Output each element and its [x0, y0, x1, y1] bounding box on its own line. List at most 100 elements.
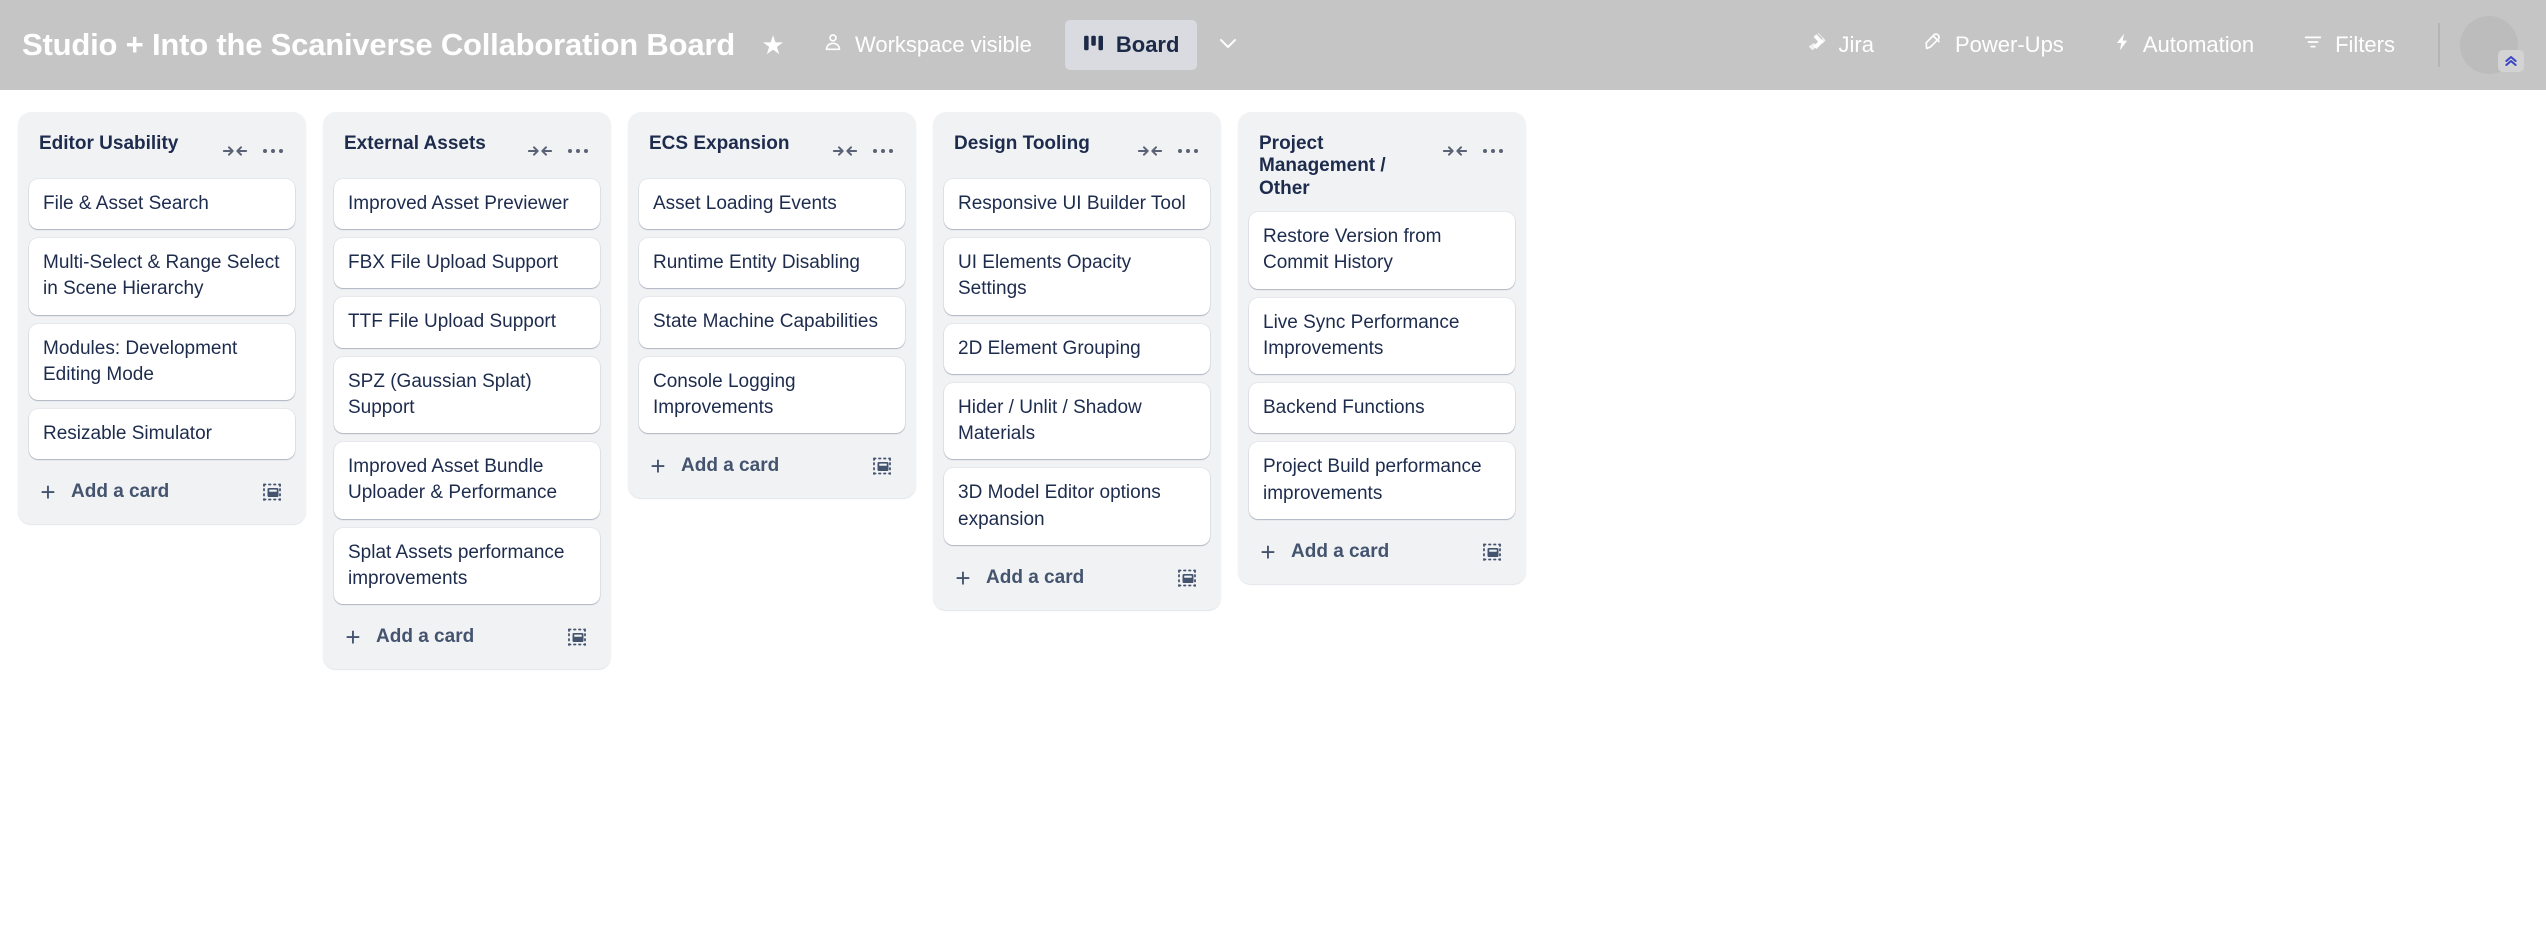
board-card[interactable]: Splat Assets performance improvements	[334, 527, 600, 604]
board-card[interactable]: Resizable Simulator	[29, 409, 295, 460]
board-card[interactable]: Asset Loading Events	[639, 179, 905, 230]
card-title: File & Asset Search	[43, 193, 209, 214]
add-card-button[interactable]: Add a card	[1291, 541, 1467, 563]
board-card[interactable]: State Machine Capabilities	[639, 297, 905, 348]
collapse-list-icon[interactable]	[218, 135, 252, 167]
star-button[interactable]: ★	[751, 23, 795, 67]
card-title: Improved Asset Bundle Uploader & Perform…	[348, 456, 558, 504]
workspace-visibility-button[interactable]: Workspace visible	[809, 20, 1045, 70]
board-card[interactable]: Improved Asset Previewer	[334, 179, 600, 230]
list-header: Editor Usability	[29, 123, 295, 179]
card-template-icon[interactable]	[259, 479, 285, 505]
card-title: Modules: Development Editing Mode	[43, 337, 238, 385]
collapse-list-icon[interactable]	[1438, 135, 1472, 167]
board-card[interactable]: Multi-Select & Range Select in Scene Hie…	[29, 238, 295, 315]
list-title[interactable]: External Assets	[344, 133, 515, 155]
list-column: Project Management / Other Restore Versio…	[1238, 112, 1526, 584]
board-card[interactable]: Improved Asset Bundle Uploader & Perform…	[334, 442, 600, 519]
board-card[interactable]: 2D Element Grouping	[944, 323, 1210, 374]
card-title: 3D Model Editor options expansion	[958, 482, 1161, 530]
board-card[interactable]: Modules: Development Editing Mode	[29, 323, 295, 401]
add-card-button[interactable]: Add a card	[71, 481, 247, 503]
add-card-button[interactable]: Add a card	[986, 567, 1162, 589]
card-title: Multi-Select & Range Select in Scene Hie…	[43, 252, 280, 300]
list-header-actions	[218, 133, 290, 167]
list-header-actions	[1133, 133, 1205, 167]
board-card[interactable]: Runtime Entity Disabling	[639, 238, 905, 289]
lightning-bolt-icon	[2112, 31, 2132, 59]
list-footer: + Add a card	[639, 442, 905, 489]
list-title[interactable]: Editor Usability	[39, 133, 210, 155]
card-title: FBX File Upload Support	[348, 252, 559, 274]
card-template-icon[interactable]	[564, 624, 590, 650]
plus-icon: +	[345, 621, 361, 652]
list-header-actions	[828, 133, 900, 167]
plus-icon: +	[955, 562, 971, 593]
list-title[interactable]: ECS Expansion	[649, 133, 820, 155]
board-view-label: Board	[1115, 32, 1180, 57]
list-actions-icon[interactable]	[1476, 135, 1510, 167]
board-canvas: Editor Usability File & Asset Search Multi…	[0, 90, 2546, 928]
list-column: Design Tooling Responsive UI Builder Tool…	[933, 112, 1221, 610]
card-template-icon[interactable]	[1479, 539, 1505, 565]
filters-button[interactable]: Filters	[2289, 20, 2408, 70]
board-card[interactable]: Project Build performance improvements	[1249, 442, 1515, 519]
board-card[interactable]: FBX File Upload Support	[334, 238, 600, 289]
card-title: Improved Asset Previewer	[348, 193, 569, 214]
board-card[interactable]: Responsive UI Builder Tool	[944, 179, 1210, 230]
list-actions-icon[interactable]	[866, 135, 900, 167]
view-switcher-button[interactable]	[1205, 22, 1251, 68]
automation-label: Automation	[2142, 32, 2255, 57]
card-list: File & Asset Search Multi-Select & Range …	[29, 179, 295, 460]
list-column: External Assets Improved Asset Previewer F…	[323, 112, 611, 669]
collapse-list-icon[interactable]	[523, 135, 557, 167]
card-title: Hider / Unlit / Shadow Materials	[958, 396, 1142, 445]
list-title[interactable]: Project Management / Other	[1259, 133, 1430, 200]
board-card[interactable]: Backend Functions	[1249, 383, 1515, 434]
card-title: Splat Assets performance improvements	[348, 541, 565, 589]
board-card[interactable]: Hider / Unlit / Shadow Materials	[944, 382, 1210, 460]
board-card[interactable]: Console Logging Improvements	[639, 356, 905, 434]
collapse-list-icon[interactable]	[828, 135, 862, 167]
plus-icon: +	[650, 451, 666, 482]
board-card[interactable]: 3D Model Editor options expansion	[944, 468, 1210, 545]
board-card[interactable]: SPZ (Gaussian Splat) Support	[334, 356, 600, 434]
list-footer: + Add a card	[1249, 528, 1515, 575]
list-column: Editor Usability File & Asset Search Multi…	[18, 112, 306, 525]
card-title: UI Elements Opacity Settings	[958, 252, 1132, 300]
card-title: Runtime Entity Disabling	[653, 252, 860, 274]
list-title[interactable]: Design Tooling	[954, 133, 1125, 155]
jira-icon	[1806, 31, 1828, 59]
card-title: Responsive UI Builder Tool	[958, 193, 1186, 214]
tab-board-view[interactable]: Board	[1064, 20, 1198, 70]
board-card[interactable]: Restore Version from Commit History	[1249, 212, 1515, 289]
card-template-icon[interactable]	[869, 453, 895, 479]
filters-label: Filters	[2335, 32, 2395, 57]
add-card-button[interactable]: Add a card	[376, 626, 552, 648]
card-title: Resizable Simulator	[43, 423, 212, 445]
list-actions-icon[interactable]	[1171, 135, 1205, 167]
board-card[interactable]: Live Sync Performance Improvements	[1249, 297, 1515, 375]
list-header: Project Management / Other	[1249, 123, 1515, 212]
power-ups-button[interactable]: Power-Ups	[1909, 20, 2077, 70]
avatar-button[interactable]	[2460, 16, 2524, 74]
jira-label: Jira	[1838, 32, 1874, 57]
collapse-list-icon[interactable]	[1133, 135, 1167, 167]
jira-button[interactable]: Jira	[1793, 20, 1887, 70]
add-card-button[interactable]: Add a card	[681, 455, 857, 477]
list-actions-icon[interactable]	[561, 135, 595, 167]
workspace-visible-icon	[822, 31, 844, 59]
list-actions-icon[interactable]	[256, 135, 290, 167]
board-card[interactable]: TTF File Upload Support	[334, 297, 600, 348]
card-title: Live Sync Performance Improvements	[1263, 311, 1460, 359]
filter-icon	[2302, 31, 2324, 59]
rocket-icon	[1922, 31, 1944, 59]
card-template-icon[interactable]	[1174, 565, 1200, 591]
card-title: Asset Loading Events	[653, 193, 837, 214]
chevron-down-icon	[1216, 31, 1240, 60]
board-card[interactable]: File & Asset Search	[29, 179, 295, 230]
top-bar-actions: Jira Power-Ups Automation Filters	[1771, 16, 2524, 74]
automation-button[interactable]: Automation	[2099, 20, 2267, 70]
page-title: Studio + Into the Scaniverse Collaborati…	[22, 27, 735, 62]
board-card[interactable]: UI Elements Opacity Settings	[944, 238, 1210, 315]
